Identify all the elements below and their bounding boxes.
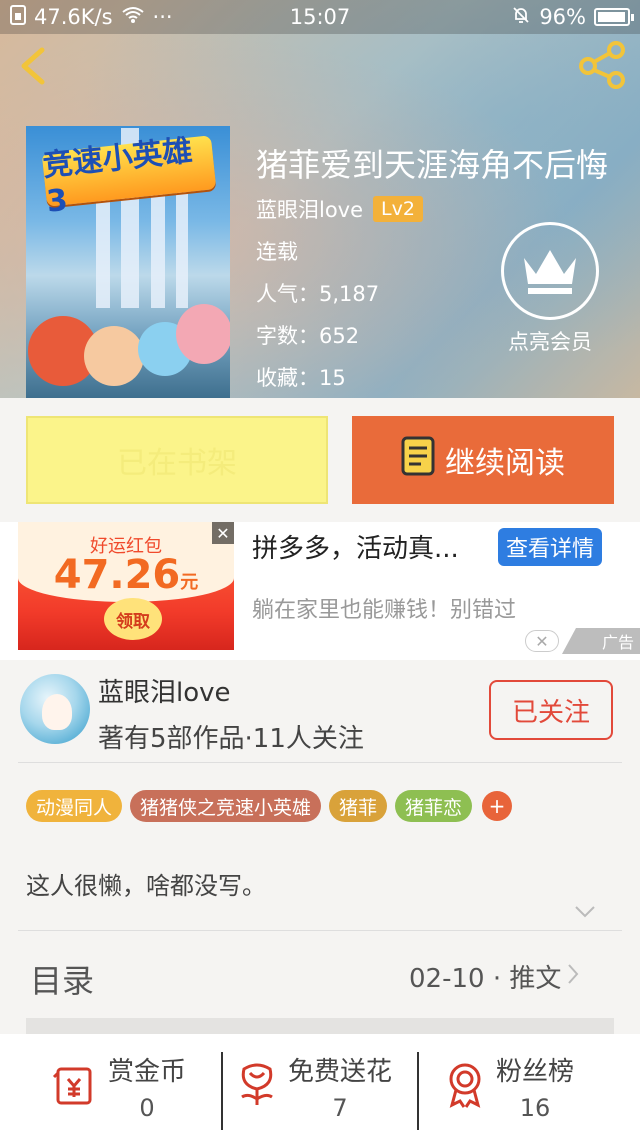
- red-envelope-yen-icon: [50, 1059, 100, 1113]
- section-separator: [26, 1018, 614, 1034]
- send-flower-label: 免费送花: [288, 1056, 393, 1087]
- toc-label[interactable]: 目录: [30, 956, 94, 1002]
- status-bar: 47.6K/s ··· 15:07 96%: [0, 0, 640, 34]
- bottom-action-bar: 赏金币 0 免费送花 7 粉丝榜 16: [0, 1034, 640, 1138]
- toc-latest-text: 02-10 · 推文: [409, 964, 562, 994]
- sim-icon: [10, 4, 26, 30]
- serial-status: 连载: [256, 240, 298, 264]
- book-author-name[interactable]: 蓝眼泪love: [256, 194, 363, 224]
- battery-fill: [598, 12, 625, 22]
- send-flower-count: 7: [332, 1093, 348, 1122]
- book-icon: [401, 436, 435, 484]
- level-badge: Lv2: [373, 196, 423, 222]
- ad-banner[interactable]: 好运红包 47.26元 领取 ✕ 拼多多，活动真... 查看详情 躺在家里也能赚…: [0, 522, 640, 660]
- favorites-count: 收藏：15: [256, 366, 346, 390]
- chevron-right-icon: [567, 962, 579, 992]
- back-button[interactable]: [14, 44, 54, 88]
- cover-character: [176, 304, 230, 364]
- continue-reading-label: 继续阅读: [445, 446, 565, 481]
- in-shelf-button[interactable]: 已在书架: [26, 416, 328, 504]
- toc-latest[interactable]: 02-10 · 推文: [409, 958, 579, 995]
- avatar[interactable]: [20, 674, 90, 744]
- cover-character: [84, 326, 144, 386]
- medal-icon: [442, 1059, 488, 1113]
- crown-icon: [501, 222, 599, 320]
- book-title: 猪菲爱到天涯海角不后悔: [256, 146, 609, 184]
- fan-ranking-button[interactable]: 粉丝榜 16: [442, 1034, 574, 1138]
- chevron-down-icon[interactable]: [574, 904, 596, 918]
- ad-description: 躺在家里也能赚钱！别错过: [252, 598, 517, 623]
- reward-coins-count: 0: [139, 1093, 155, 1122]
- tag-item[interactable]: 猪菲恋: [395, 790, 473, 822]
- ad-dismiss-button[interactable]: ✕: [525, 630, 559, 652]
- ad-detail-button[interactable]: 查看详情: [498, 528, 603, 566]
- flower-icon: [234, 1059, 280, 1113]
- follow-button[interactable]: 已关注: [489, 680, 613, 740]
- reward-coins-label: 赏金币: [108, 1056, 187, 1087]
- ad-image-close-icon[interactable]: ✕: [212, 522, 234, 544]
- vip-label: 点亮会员: [508, 330, 592, 354]
- battery-icon: [594, 8, 634, 26]
- fan-ranking-count: 16: [519, 1093, 551, 1122]
- divider: [221, 1052, 223, 1130]
- wifi-icon: [121, 5, 145, 29]
- more-dots: ···: [152, 5, 173, 29]
- author-stats: 著有5部作品·11人关注: [98, 724, 364, 754]
- book-cover[interactable]: 竞速小英雄3: [26, 126, 230, 398]
- tag-item[interactable]: 猪猪侠之竞速小英雄: [130, 790, 322, 822]
- popularity: 人气：5,187: [256, 282, 380, 306]
- action-buttons: 已在书架 继续阅读: [0, 398, 640, 522]
- share-button[interactable]: [578, 40, 628, 90]
- ad-label: 广告: [562, 628, 640, 654]
- ad-amount: 47.26元: [53, 552, 199, 598]
- ad-claim-button[interactable]: 领取: [104, 598, 162, 640]
- vip-button[interactable]: 点亮会员: [500, 222, 600, 356]
- tag-list: 动漫同人 猪猪侠之竞速小英雄 猪菲 猪菲恋 +: [26, 790, 513, 822]
- author-section: 蓝眼泪love 著有5部作品·11人关注 已关注 动漫同人 猪猪侠之竞速小英雄 …: [0, 660, 640, 1034]
- continue-reading-button[interactable]: 继续阅读: [352, 416, 614, 504]
- network-speed: 47.6K/s: [34, 5, 113, 29]
- book-header: 47.6K/s ··· 15:07 96% 竞速小英雄3 猪菲爱到天涯海角不后悔…: [0, 0, 640, 398]
- fan-ranking-label: 粉丝榜: [496, 1056, 575, 1087]
- divider: [417, 1052, 419, 1130]
- add-tag-button[interactable]: +: [482, 791, 513, 821]
- tag-item[interactable]: 猪菲: [329, 790, 388, 822]
- divider: [18, 762, 622, 763]
- battery-percent: 96%: [539, 5, 586, 29]
- ad-headline[interactable]: 拼多多，活动真...: [252, 528, 459, 565]
- book-author[interactable]: 蓝眼泪love Lv2: [256, 194, 423, 224]
- reward-coins-button[interactable]: 赏金币 0: [50, 1034, 186, 1138]
- cover-logo: 竞速小英雄3: [41, 133, 217, 219]
- author-bio: 这人很懒，啥都没写。: [26, 872, 266, 900]
- word-count: 字数：652: [256, 324, 360, 348]
- send-flower-button[interactable]: 免费送花 7: [234, 1034, 392, 1138]
- tag-item[interactable]: 动漫同人: [26, 790, 123, 822]
- mute-bell-icon: [511, 5, 531, 30]
- author-name[interactable]: 蓝眼泪love: [98, 672, 231, 709]
- divider: [18, 930, 622, 931]
- ad-image[interactable]: 好运红包 47.26元 领取 ✕: [18, 522, 234, 650]
